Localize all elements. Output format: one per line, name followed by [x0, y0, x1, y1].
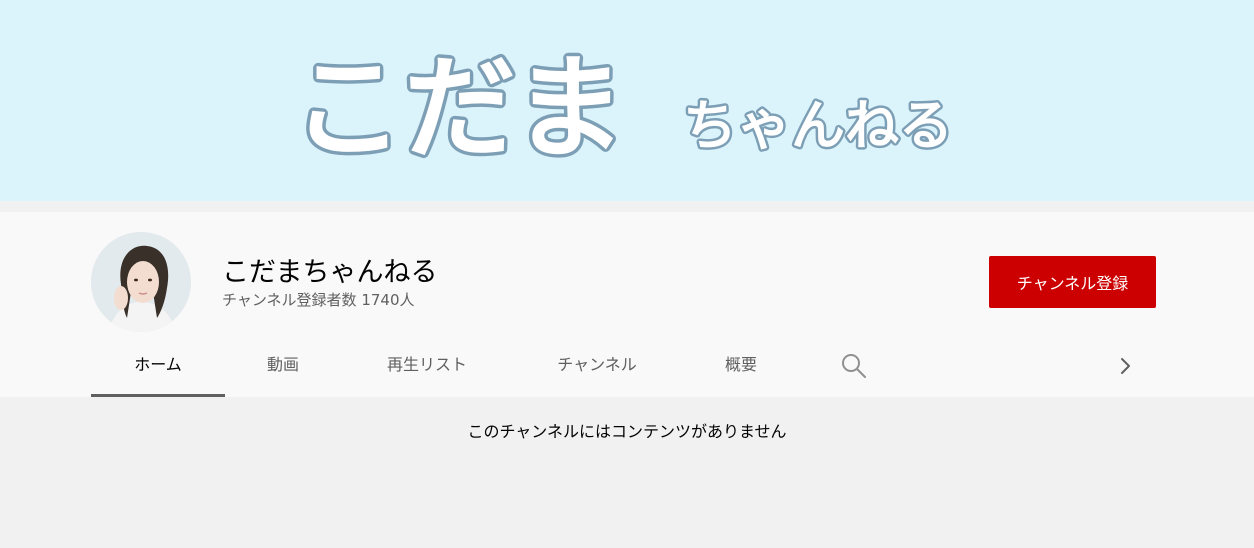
avatar-image	[91, 232, 191, 332]
tab-videos[interactable]: 動画	[250, 338, 316, 397]
avatar[interactable]	[91, 232, 191, 332]
active-tab-indicator	[91, 394, 225, 397]
tab-label: ホーム	[134, 355, 182, 374]
empty-content-message: このチャンネルにはコンテンツがありません	[467, 422, 787, 441]
subscribe-button[interactable]: チャンネル登録	[989, 256, 1156, 308]
banner-title-small: ちゃんねる	[683, 94, 953, 157]
search-icon[interactable]	[840, 352, 868, 380]
banner-title-large: こだま	[292, 44, 626, 174]
tab-home[interactable]: ホーム	[91, 338, 225, 397]
tab-label: 概要	[724, 355, 757, 374]
tab-label: チャンネル	[557, 355, 637, 374]
channel-banner: こだま ちゃんねる	[0, 0, 1254, 201]
tab-about[interactable]: 概要	[712, 338, 770, 397]
subscriber-count: チャンネル登録者数 1740人	[222, 291, 415, 309]
tab-channels[interactable]: チャンネル	[540, 338, 654, 397]
banner-gap	[0, 201, 1254, 212]
tab-playlists[interactable]: 再生リスト	[370, 338, 484, 397]
tab-label: 動画	[266, 355, 299, 374]
channel-title: こだまちゃんねる	[222, 257, 438, 288]
banner-art: こだま ちゃんねる	[289, 41, 956, 178]
channel-header: こだまちゃんねる チャンネル登録者数 1740人 チャンネル登録 ホーム 動画 …	[0, 212, 1254, 397]
chevron-right-icon[interactable]	[1114, 352, 1138, 380]
channel-tabs: ホーム 動画 再生リスト チャンネル 概要	[0, 338, 1254, 397]
tab-label: 再生リスト	[386, 355, 467, 374]
